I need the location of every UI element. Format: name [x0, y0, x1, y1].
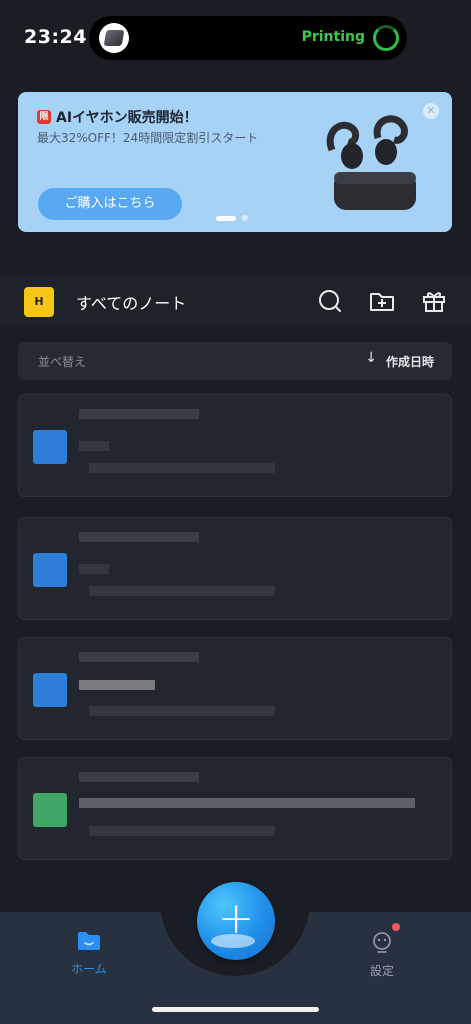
note-card[interactable] [18, 637, 452, 740]
sale-badge-icon: 限 [37, 110, 51, 124]
sort-label: 並べ替え [38, 355, 87, 369]
banner-title: AIイヤホン販売開始！ [56, 110, 198, 126]
note-thumbnail [33, 430, 67, 464]
status-time: 23:24 [24, 26, 87, 48]
nav-home-label: ホーム [71, 962, 107, 976]
redacted-meta [165, 826, 275, 836]
note-thumbnail [33, 793, 67, 827]
redacted-title [79, 532, 199, 542]
redacted-meta [89, 826, 169, 836]
search-icon[interactable] [316, 287, 344, 315]
new-folder-icon[interactable] [368, 287, 396, 315]
nav-home[interactable]: ホーム [68, 930, 110, 977]
printing-status: Printing [301, 29, 365, 45]
promo-banner[interactable]: 限 AIイヤホン販売開始！ 最大32%OFF！24時間限定割引スタート ご購入は… [18, 92, 452, 232]
note-card[interactable] [18, 517, 452, 620]
gift-icon[interactable] [420, 287, 448, 315]
redacted-meta [165, 586, 275, 596]
note-card[interactable] [18, 757, 452, 860]
earbuds-product-image [326, 115, 416, 210]
notification-badge [392, 923, 400, 931]
printer-app-icon [99, 23, 129, 53]
page-dot-active [216, 215, 236, 221]
dynamic-island[interactable]: Printing [89, 16, 407, 60]
sort-bar[interactable]: 並べ替え ↓ 作成日時 [18, 342, 452, 380]
page-title: すべてのノート [76, 294, 187, 313]
carousel-pagination[interactable] [216, 215, 248, 221]
redacted-meta [89, 463, 169, 473]
banner-subtitle: 最大32%OFF！24時間限定割引スタート [37, 131, 259, 145]
redacted-text [79, 441, 109, 451]
redacted-text [79, 798, 415, 808]
add-note-button[interactable]: + [197, 882, 275, 960]
redacted-title [79, 772, 199, 782]
redacted-text [79, 680, 155, 690]
sort-value[interactable]: 作成日時 [386, 353, 434, 370]
nav-settings-label: 設定 [369, 964, 394, 978]
nav-settings[interactable]: 設定 [362, 930, 402, 979]
note-card[interactable] [18, 394, 452, 497]
purchase-button[interactable]: ご購入はこちら [38, 188, 182, 220]
sort-arrow-icon[interactable]: ↓ [365, 350, 377, 366]
redacted-meta [89, 586, 169, 596]
redacted-meta [165, 706, 275, 716]
note-thumbnail [33, 673, 67, 707]
redacted-text [79, 564, 109, 574]
redacted-title [79, 409, 199, 419]
app-logo: H [24, 287, 54, 317]
page-dot [242, 215, 248, 221]
redacted-meta [165, 463, 275, 473]
progress-ring-icon [373, 25, 399, 51]
settings-robot-icon [373, 932, 391, 953]
folder-icon [78, 932, 100, 950]
plus-icon: + [217, 893, 255, 944]
notes-header: H すべてのノート [0, 275, 471, 327]
redacted-meta [89, 706, 169, 716]
note-thumbnail [33, 553, 67, 587]
home-indicator[interactable] [152, 1007, 319, 1012]
redacted-title [79, 652, 199, 662]
